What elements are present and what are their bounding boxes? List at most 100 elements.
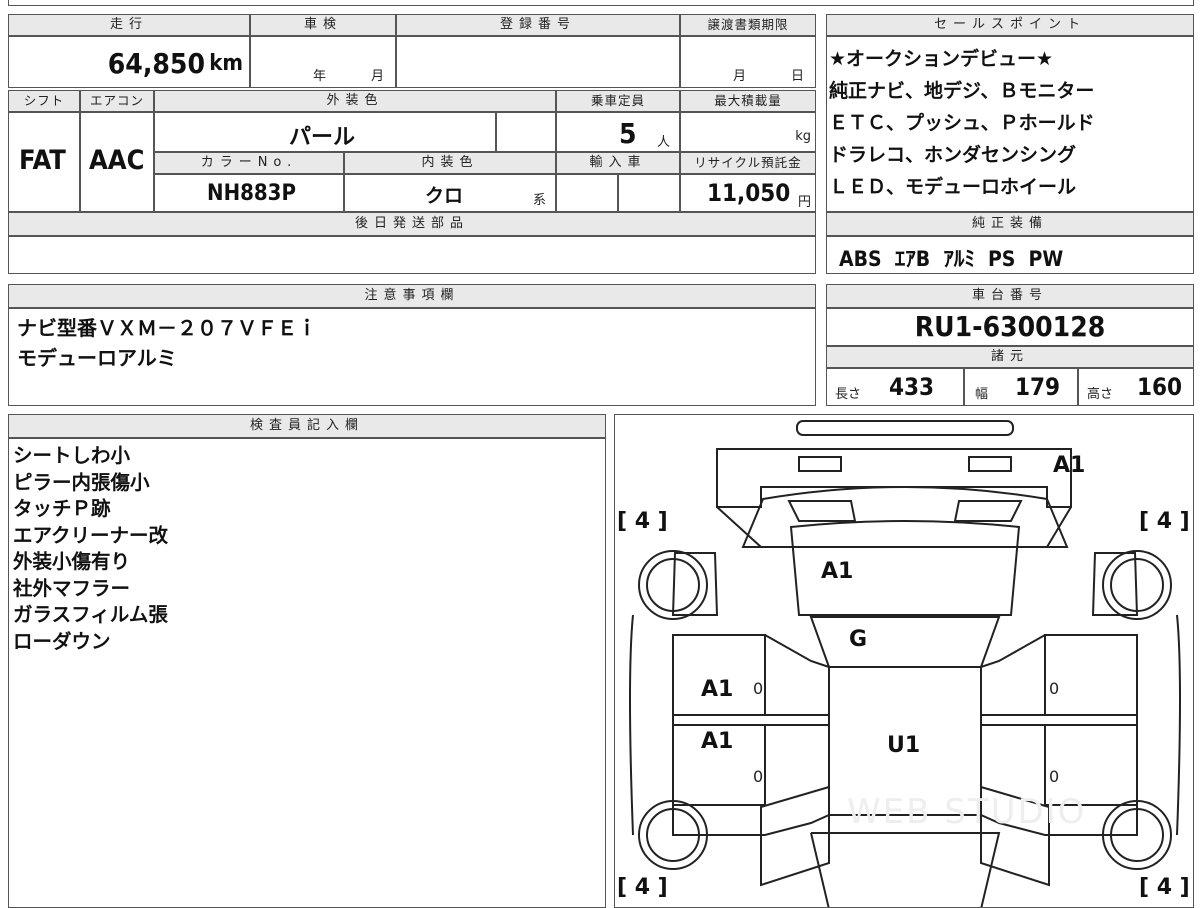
exterior-color-cell: パール [154, 112, 496, 152]
inspector-cell: シートしわ小 ピラー内張傷小 タッチＰ跡 エアクリーナー改 外装小傷有り 社外マ… [8, 438, 606, 908]
registration-cell [396, 36, 680, 88]
width-label: 幅 [975, 387, 989, 402]
sales-point-line: ＬＥＤ、モデューロホイール [829, 176, 1077, 198]
mileage-value: 64,850 [107, 47, 205, 80]
transfer-deadline-cell: 月 日 [680, 36, 816, 88]
standard-equipment-items: ABS ｴｱB ｱﾙﾐ PS PW [839, 247, 1064, 271]
left-front-door-num: 0 [753, 767, 764, 786]
transfer-deadline-header: 譲渡書類期限 [680, 14, 816, 36]
exterior-color-extra [496, 112, 556, 152]
specs-width-cell: 幅 179 [964, 368, 1078, 406]
length-value: 433 [889, 373, 935, 401]
tire-tread-rear-left: [ 4 ] [617, 509, 668, 534]
later-parts-cell [8, 236, 816, 274]
inspector-line: 社外マフラー [13, 576, 131, 600]
shift-header: シフト [8, 90, 80, 112]
specs-height-cell: 高さ 160 [1078, 368, 1194, 406]
damage-rear-glass: A1 [821, 559, 854, 584]
inspector-line: ローダウン [13, 629, 111, 653]
specs-header: 諸元 [826, 346, 1194, 368]
left-rear-door-num: 0 [753, 679, 764, 698]
height-label: 高さ [1087, 387, 1114, 402]
chassis-cell: RU1-6300128 [826, 308, 1194, 346]
damage-roof: G [849, 627, 868, 652]
sales-point-line: 純正ナビ、地デジ、Ｂモニター [829, 80, 1095, 102]
inspector-header: 検査員記入欄 [8, 414, 606, 438]
interior-color-header: 内装色 [344, 152, 556, 174]
mileage-unit: km [209, 51, 243, 76]
capacity-header: 乗車定員 [556, 90, 680, 112]
tire-tread-front-right: [ 4 ] [1139, 875, 1190, 900]
recycle-cell: 11,050 円 [680, 174, 816, 212]
aircon-cell: AAC [80, 112, 154, 212]
damage-rear-bumper: A1 [1053, 453, 1086, 478]
import-header: 輸入車 [556, 152, 680, 174]
registration-header: 登録番号 [396, 14, 680, 36]
chassis-header: 車台番号 [826, 284, 1194, 308]
mileage-cell: 64,850 km [8, 36, 250, 88]
sales-point-line: ドラレコ、ホンダセンシング [829, 144, 1077, 166]
chassis-value: RU1-6300128 [914, 310, 1106, 343]
aircon-value: AAC [89, 145, 145, 176]
shaken-year-label: 年 [313, 69, 327, 84]
damage-center: U1 [887, 733, 921, 758]
inspector-line: シートしわ小 [13, 444, 131, 467]
capacity-unit: 人 [657, 135, 671, 150]
width-value: 179 [1015, 373, 1061, 401]
notes-header: 注意事項欄 [8, 284, 816, 308]
sales-point-line: ＥＴＣ、プッシュ、Ｐホールド [829, 112, 1095, 134]
max-load-unit: kg [795, 129, 811, 144]
recycle-unit: 円 [797, 195, 811, 210]
inspector-line: ピラー内張傷小 [13, 470, 150, 494]
inspector-line: タッチＰ跡 [13, 497, 111, 520]
notes-line: ナビ型番ＶＸＭ－２０７ＶＦＥｉ [17, 316, 317, 340]
shift-value: FAT [19, 145, 66, 176]
shaken-cell: 年 月 [250, 36, 396, 88]
max-load-header: 最大積載量 [680, 90, 816, 112]
shaken-header: 車検 [250, 14, 396, 36]
tire-tread-rear-right: [ 4 ] [1139, 509, 1190, 534]
transfer-month-label: 月 [733, 69, 747, 84]
later-parts-header: 後日発送部品 [8, 212, 816, 236]
recycle-value: 11,050 [707, 179, 791, 207]
interior-color-suffix: 系 [533, 193, 547, 208]
length-label: 長さ [835, 387, 862, 402]
tire-tread-front-left: [ 4 ] [617, 875, 668, 900]
interior-color-cell: クロ 系 [344, 174, 556, 212]
inspector-line: 外装小傷有り [13, 550, 131, 573]
aircon-header: エアコン [80, 90, 154, 112]
color-no-cell: NH883P [154, 174, 344, 212]
standard-equipment-cell: ABS ｴｱB ｱﾙﾐ PS PW [826, 236, 1194, 274]
color-no-header: カラーNo. [154, 152, 344, 174]
notes-line: モデューロアルミ [17, 346, 177, 370]
inspector-line: エアクリーナー改 [13, 523, 169, 547]
import-cell [556, 174, 618, 212]
sales-points-cell: ★オークションデビュー★ 純正ナビ、地デジ、Ｂモニター ＥＴＣ、プッシュ、Ｐホー… [826, 36, 1194, 212]
capacity-cell: 5 人 [556, 112, 680, 152]
sales-points-header: セールスポイント [826, 14, 1194, 36]
interior-color-value: クロ [425, 185, 464, 207]
shift-cell: FAT [8, 112, 80, 212]
recycle-header: リサイクル預託金 [680, 152, 816, 174]
right-rear-door-num: 0 [1049, 679, 1060, 698]
right-front-door-num: 0 [1049, 767, 1060, 786]
damage-left-rear-door: A1 [701, 677, 734, 702]
inspector-line: ガラスフィルム張 [13, 603, 168, 626]
car-diagram: WEB STUDIO [ 4 ] [ 4 ] [ 4 ] [ 4 ] A1 A1… [614, 414, 1194, 908]
specs-length-cell: 長さ 433 [826, 368, 964, 406]
notes-cell: ナビ型番ＶＸＭ－２０７ＶＦＥｉ モデューロアルミ [8, 308, 816, 406]
mileage-header: 走行 [8, 14, 250, 36]
color-no-value: NH883P [207, 181, 296, 206]
exterior-color-value: パール [289, 125, 356, 150]
standard-equipment-header: 純正装備 [826, 212, 1194, 236]
svg-text:WEB STUDIO: WEB STUDIO [847, 792, 1086, 832]
sales-point-line: ★オークションデビュー★ [829, 48, 1054, 70]
import-cell-2 [618, 174, 680, 212]
max-load-cell: kg [680, 112, 816, 152]
capacity-value: 5 [619, 117, 637, 150]
top-strip [8, 0, 1194, 6]
damage-left-front-door: A1 [701, 729, 734, 754]
car-diagram-svg: WEB STUDIO [629, 420, 1181, 907]
shaken-month-label: 月 [371, 69, 385, 84]
transfer-day-label: 日 [791, 69, 805, 84]
